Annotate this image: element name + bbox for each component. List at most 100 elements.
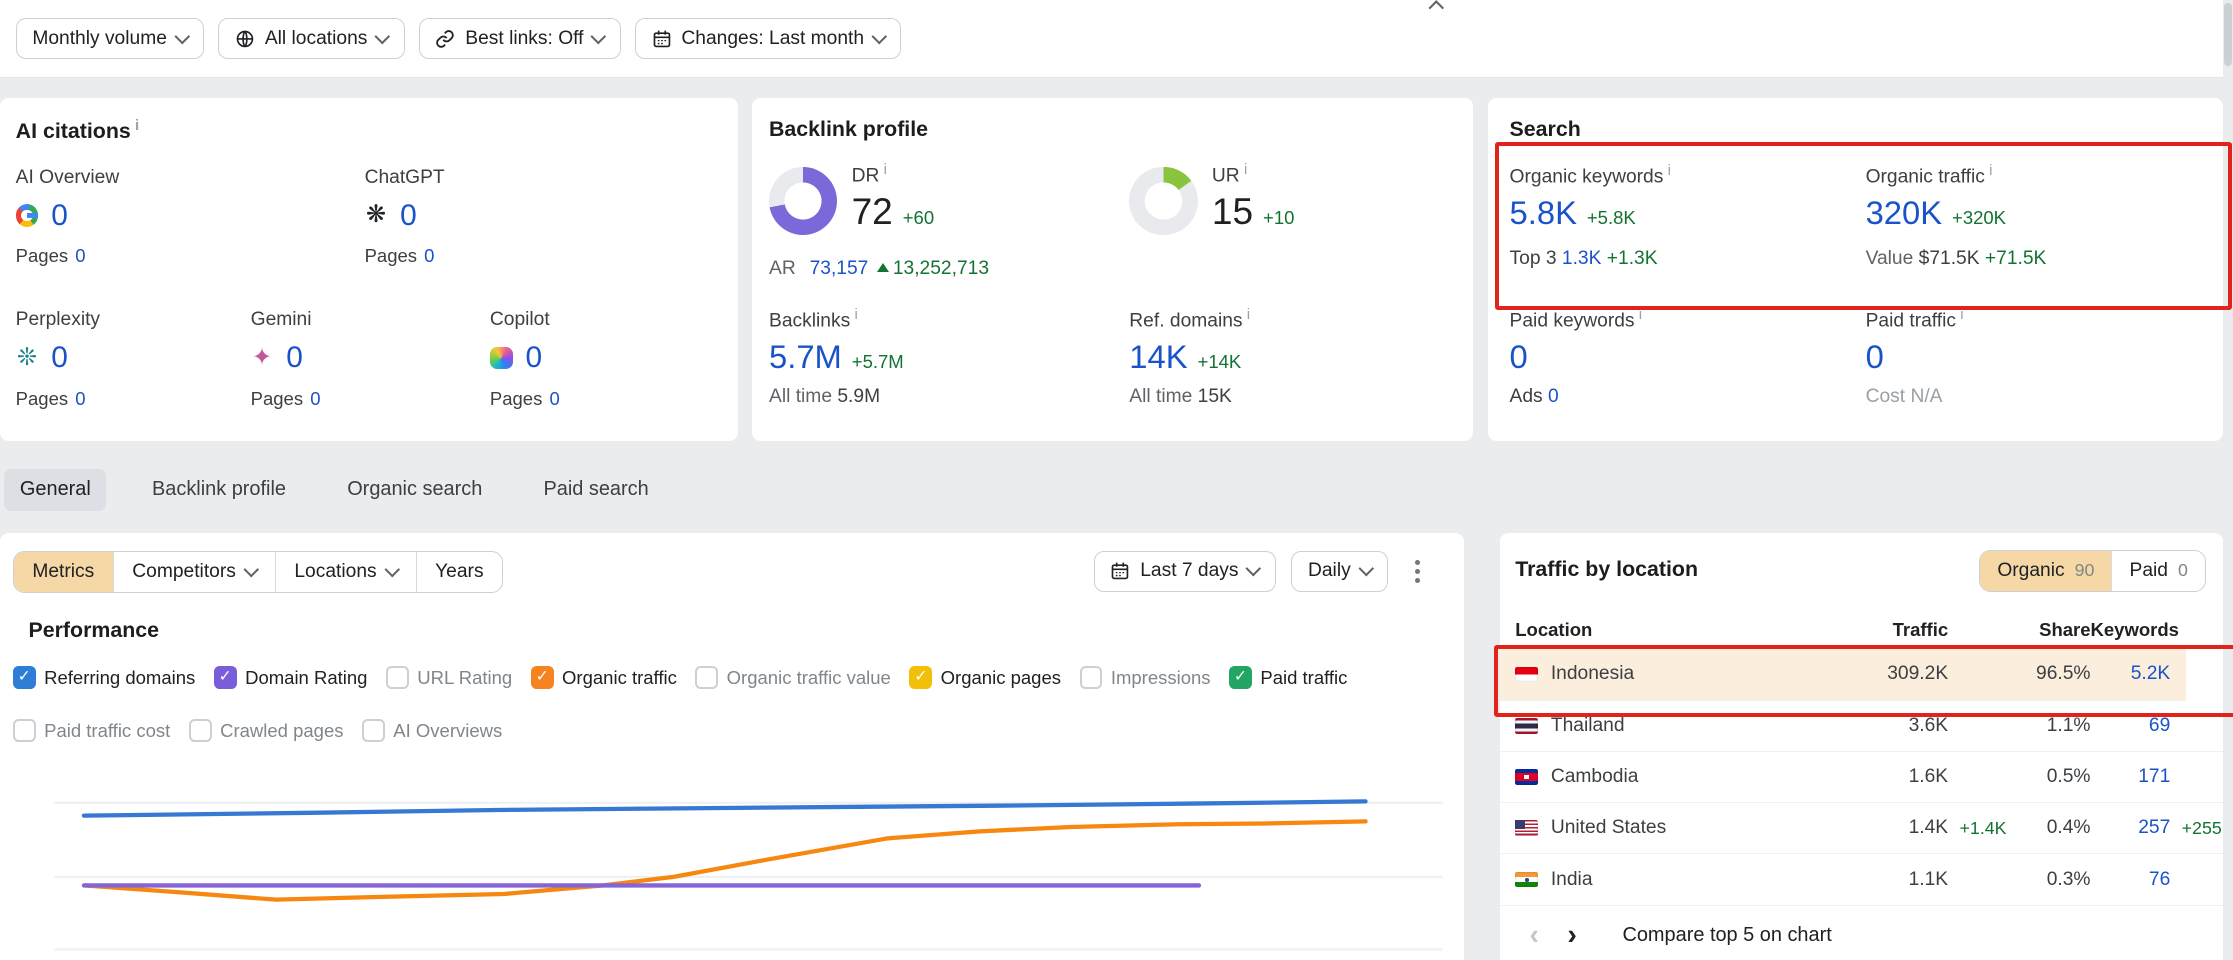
metric-domain-rating[interactable]: Domain Rating: [214, 666, 368, 689]
scrollbar-thumb[interactable]: [2224, 3, 2231, 66]
filters-toolbar: Monthly volume All locations Best links:…: [0, 0, 2223, 78]
united-states-flag-icon: [1515, 820, 1538, 836]
checkbox-icon[interactable]: [13, 719, 36, 742]
info-icon[interactable]: i: [1989, 162, 1992, 179]
info-icon[interactable]: i: [1639, 306, 1642, 323]
organic-keywords-value[interactable]: 5.8K: [1510, 194, 1577, 231]
metric-impressions[interactable]: Impressions: [1080, 666, 1211, 689]
all-locations-dropdown[interactable]: All locations: [218, 18, 404, 58]
ads-value-link[interactable]: 0: [1548, 386, 1559, 407]
info-icon[interactable]: i: [884, 161, 887, 178]
info-icon[interactable]: i: [1247, 306, 1250, 323]
info-icon[interactable]: i: [1960, 306, 1963, 323]
checkbox-icon[interactable]: [1229, 666, 1252, 689]
metric-paid-traffic-cost[interactable]: Paid traffic cost: [13, 719, 170, 742]
paid-keywords-value[interactable]: 0: [1510, 338, 1528, 375]
ref-domains-value[interactable]: 14K: [1129, 338, 1187, 375]
view-metrics-button[interactable]: Metrics: [14, 552, 113, 592]
keywords-link[interactable]: 69: [2091, 715, 2171, 737]
changes-label: Changes: Last month: [681, 28, 864, 50]
pages-count-link[interactable]: 0: [424, 245, 434, 266]
performance-chart-area[interactable]: [54, 753, 1443, 960]
ai-overview-label: AI Overview: [16, 167, 244, 189]
chatgpt-metric: ChatGPT ❋0 Pages0: [365, 167, 593, 268]
table-row-indonesia[interactable]: Indonesia 309.2K 96.5% 5.2K: [1500, 649, 2186, 700]
pages-count-link[interactable]: 0: [75, 388, 85, 409]
table-row-india[interactable]: India 1.1K 0.3% 76: [1500, 854, 2223, 905]
metric-crawled-pages[interactable]: Crawled pages: [189, 719, 344, 742]
copilot-value[interactable]: 0: [525, 341, 542, 375]
checkbox-icon[interactable]: [13, 666, 36, 689]
google-icon: [16, 204, 39, 227]
pages-count-link[interactable]: 0: [549, 388, 559, 409]
chevron-down-icon: [375, 28, 390, 43]
calendar-icon: [652, 29, 672, 49]
ai-overview-value[interactable]: 0: [51, 199, 68, 233]
checkbox-icon[interactable]: [386, 666, 409, 689]
view-years-button[interactable]: Years: [416, 552, 502, 592]
ref-domains-change: +14K: [1198, 351, 1242, 372]
checkbox-icon[interactable]: [1080, 666, 1103, 689]
changes-dropdown[interactable]: Changes: Last month: [635, 18, 901, 58]
checkbox-icon[interactable]: [189, 719, 212, 742]
best-links-dropdown[interactable]: Best links: Off: [419, 18, 621, 58]
view-competitors-dropdown[interactable]: Competitors: [113, 552, 275, 592]
table-row-cambodia[interactable]: Cambodia 1.6K 0.5% 171: [1500, 752, 2223, 803]
metric-organic-pages[interactable]: Organic pages: [909, 666, 1061, 689]
metric-organic-traffic[interactable]: Organic traffic: [531, 666, 677, 689]
checkbox-icon[interactable]: [214, 666, 237, 689]
table-row-thailand[interactable]: Thailand 3.6K 1.1% 69: [1500, 701, 2223, 752]
view-locations-dropdown[interactable]: Locations: [275, 552, 416, 592]
next-page-icon[interactable]: ›: [1553, 921, 1591, 949]
date-range-dropdown[interactable]: Last 7 days: [1094, 551, 1276, 591]
checkbox-icon[interactable]: [695, 666, 718, 689]
info-icon[interactable]: i: [1668, 162, 1671, 179]
backlinks-value[interactable]: 5.7M: [769, 338, 842, 375]
paid-traffic-value[interactable]: 0: [1866, 338, 1884, 375]
keywords-link[interactable]: 257: [2091, 817, 2171, 839]
metric-ai-overviews[interactable]: AI Overviews: [362, 719, 502, 742]
tab-paid-search[interactable]: Paid search: [528, 469, 665, 512]
prev-page-icon[interactable]: ‹: [1515, 921, 1553, 949]
metric-url-rating[interactable]: URL Rating: [386, 666, 512, 689]
tab-backlink-profile[interactable]: Backlink profile: [136, 469, 301, 512]
info-icon[interactable]: i: [135, 117, 139, 134]
toggle-paid[interactable]: Paid0: [2111, 551, 2204, 591]
checkbox-icon[interactable]: [531, 666, 554, 689]
metric-paid-traffic[interactable]: Paid traffic: [1229, 666, 1347, 689]
keywords-link[interactable]: 76: [2091, 869, 2171, 891]
organic-traffic-value[interactable]: 320K: [1866, 194, 1943, 231]
monthly-volume-dropdown[interactable]: Monthly volume: [16, 18, 204, 58]
toggle-organic[interactable]: Organic90: [1980, 551, 2111, 591]
calendar-icon: [1110, 561, 1130, 581]
metric-organic-traffic-value[interactable]: Organic traffic value: [695, 666, 891, 689]
dr-donut-chart: [769, 167, 837, 235]
info-icon[interactable]: i: [1244, 161, 1247, 178]
compare-top5-label: Compare top 5 on chart: [1622, 924, 1831, 947]
cambodia-flag-icon: [1515, 769, 1538, 785]
tab-general[interactable]: General: [4, 469, 106, 512]
checkbox-icon[interactable]: [909, 666, 932, 689]
metric-referring-domains[interactable]: Referring domains: [13, 666, 195, 689]
kebab-menu-icon[interactable]: [1404, 551, 1432, 592]
pages-count-link[interactable]: 0: [310, 388, 320, 409]
ref-domains-alltime-value: 15K: [1198, 386, 1232, 407]
chart-controls: Last 7 days Daily: [1094, 551, 1432, 592]
table-row-united-states[interactable]: United States 1.4K +1.4K 0.4% 257 +255: [1500, 803, 2223, 854]
ar-value-link[interactable]: 73,157: [810, 258, 869, 279]
pages-count-link[interactable]: 0: [75, 245, 85, 266]
perplexity-metric: Perplexity ❊0 Pages0: [16, 309, 244, 410]
top3-value-link[interactable]: 1.3K: [1562, 248, 1602, 269]
ur-donut-chart: [1129, 167, 1197, 235]
keywords-link[interactable]: 171: [2091, 766, 2171, 788]
info-icon[interactable]: i: [854, 306, 857, 323]
tab-organic-search[interactable]: Organic search: [332, 469, 498, 512]
gemini-value[interactable]: 0: [286, 341, 303, 375]
keywords-link[interactable]: 5.2K: [2091, 663, 2171, 685]
metric-label: Organic traffic value: [727, 667, 891, 689]
checkbox-icon[interactable]: [362, 719, 385, 742]
scrollbar-track[interactable]: [2223, 0, 2233, 960]
chatgpt-value[interactable]: 0: [400, 199, 417, 233]
granularity-dropdown[interactable]: Daily: [1291, 551, 1388, 591]
perplexity-value[interactable]: 0: [51, 341, 68, 375]
